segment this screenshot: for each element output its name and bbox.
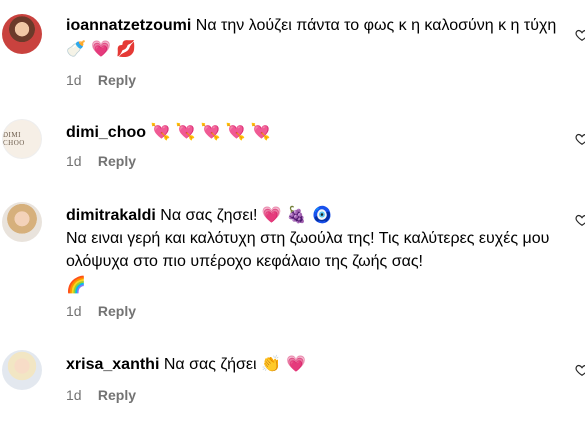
timestamp: 1d bbox=[66, 303, 82, 319]
reply-button[interactable]: Reply bbox=[98, 153, 136, 169]
comment-emoji: 🍼 💗 💋 bbox=[66, 39, 136, 58]
comment-meta: 1d Reply bbox=[66, 153, 136, 169]
avatar[interactable]: DIMI CHOO bbox=[2, 119, 42, 159]
comment-body: Να σας ζήσει bbox=[163, 356, 257, 373]
reply-button[interactable]: Reply bbox=[98, 303, 136, 319]
reply-button[interactable]: Reply bbox=[98, 387, 136, 403]
comment-text: dimi_choo 💘 💘 💘 💘 💘 bbox=[66, 120, 566, 144]
like-heart-icon[interactable] bbox=[575, 132, 585, 146]
comment-body: Να σας ζησει! bbox=[160, 207, 258, 224]
comment-text: ioannatzetzoumi Να την λούζει πάντα το φ… bbox=[66, 14, 566, 61]
avatar[interactable] bbox=[2, 202, 42, 242]
avatar-logo-text: DIMI CHOO bbox=[3, 131, 25, 147]
timestamp: 1d bbox=[66, 72, 82, 88]
reply-button[interactable]: Reply bbox=[98, 72, 136, 88]
comment-meta: 1d Reply bbox=[66, 72, 136, 88]
comment-body-continued: Να ειναι γερή και καλότυχη στη ζωούλα τη… bbox=[66, 230, 550, 270]
comment-emoji-rainbow: 🌈 bbox=[66, 275, 86, 294]
username-link[interactable]: ioannatzetzoumi bbox=[66, 17, 191, 34]
comment-body: Να την λούζει πάντα το φως κ η καλοσύνη … bbox=[195, 17, 557, 34]
avatar[interactable] bbox=[2, 350, 42, 390]
timestamp: 1d bbox=[66, 153, 82, 169]
comment-emoji: 💗 🍇 🧿 bbox=[261, 205, 332, 224]
like-heart-icon[interactable] bbox=[575, 363, 585, 377]
timestamp: 1d bbox=[66, 387, 82, 403]
comment-emoji: 💘 💘 💘 💘 💘 bbox=[150, 122, 271, 141]
username-link[interactable]: xrisa_xanthi bbox=[66, 356, 159, 373]
avatar[interactable] bbox=[2, 14, 42, 54]
like-heart-icon[interactable] bbox=[575, 28, 585, 42]
username-link[interactable]: dimi_choo bbox=[66, 124, 146, 141]
comment-meta: 1d Reply bbox=[66, 303, 136, 319]
comment-emoji: 👏 💗 bbox=[261, 354, 306, 373]
comment-text: dimitrakaldi Να σας ζησει! 💗 🍇 🧿 Να εινα… bbox=[66, 203, 566, 297]
like-heart-icon[interactable] bbox=[575, 213, 585, 227]
username-link[interactable]: dimitrakaldi bbox=[66, 207, 156, 224]
comment-meta: 1d Reply bbox=[66, 387, 136, 403]
comment-text: xrisa_xanthi Να σας ζήσει 👏 💗 bbox=[66, 352, 566, 376]
